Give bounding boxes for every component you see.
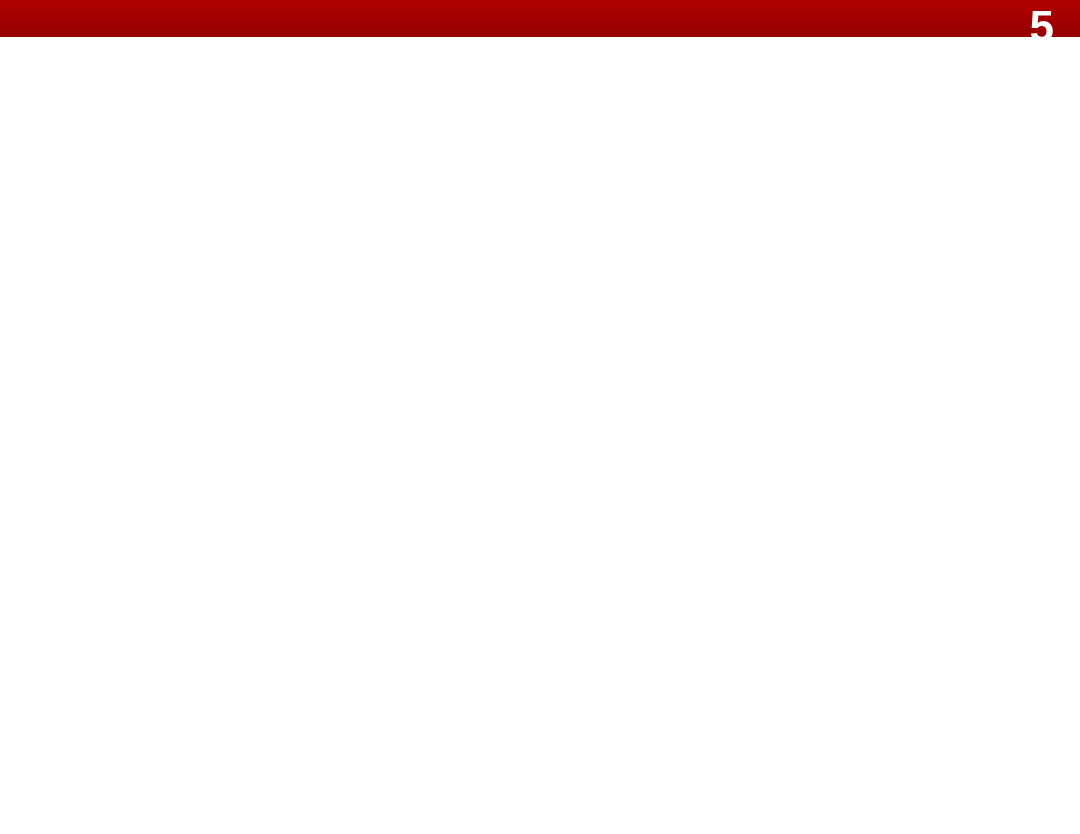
page-body	[0, 37, 1080, 834]
